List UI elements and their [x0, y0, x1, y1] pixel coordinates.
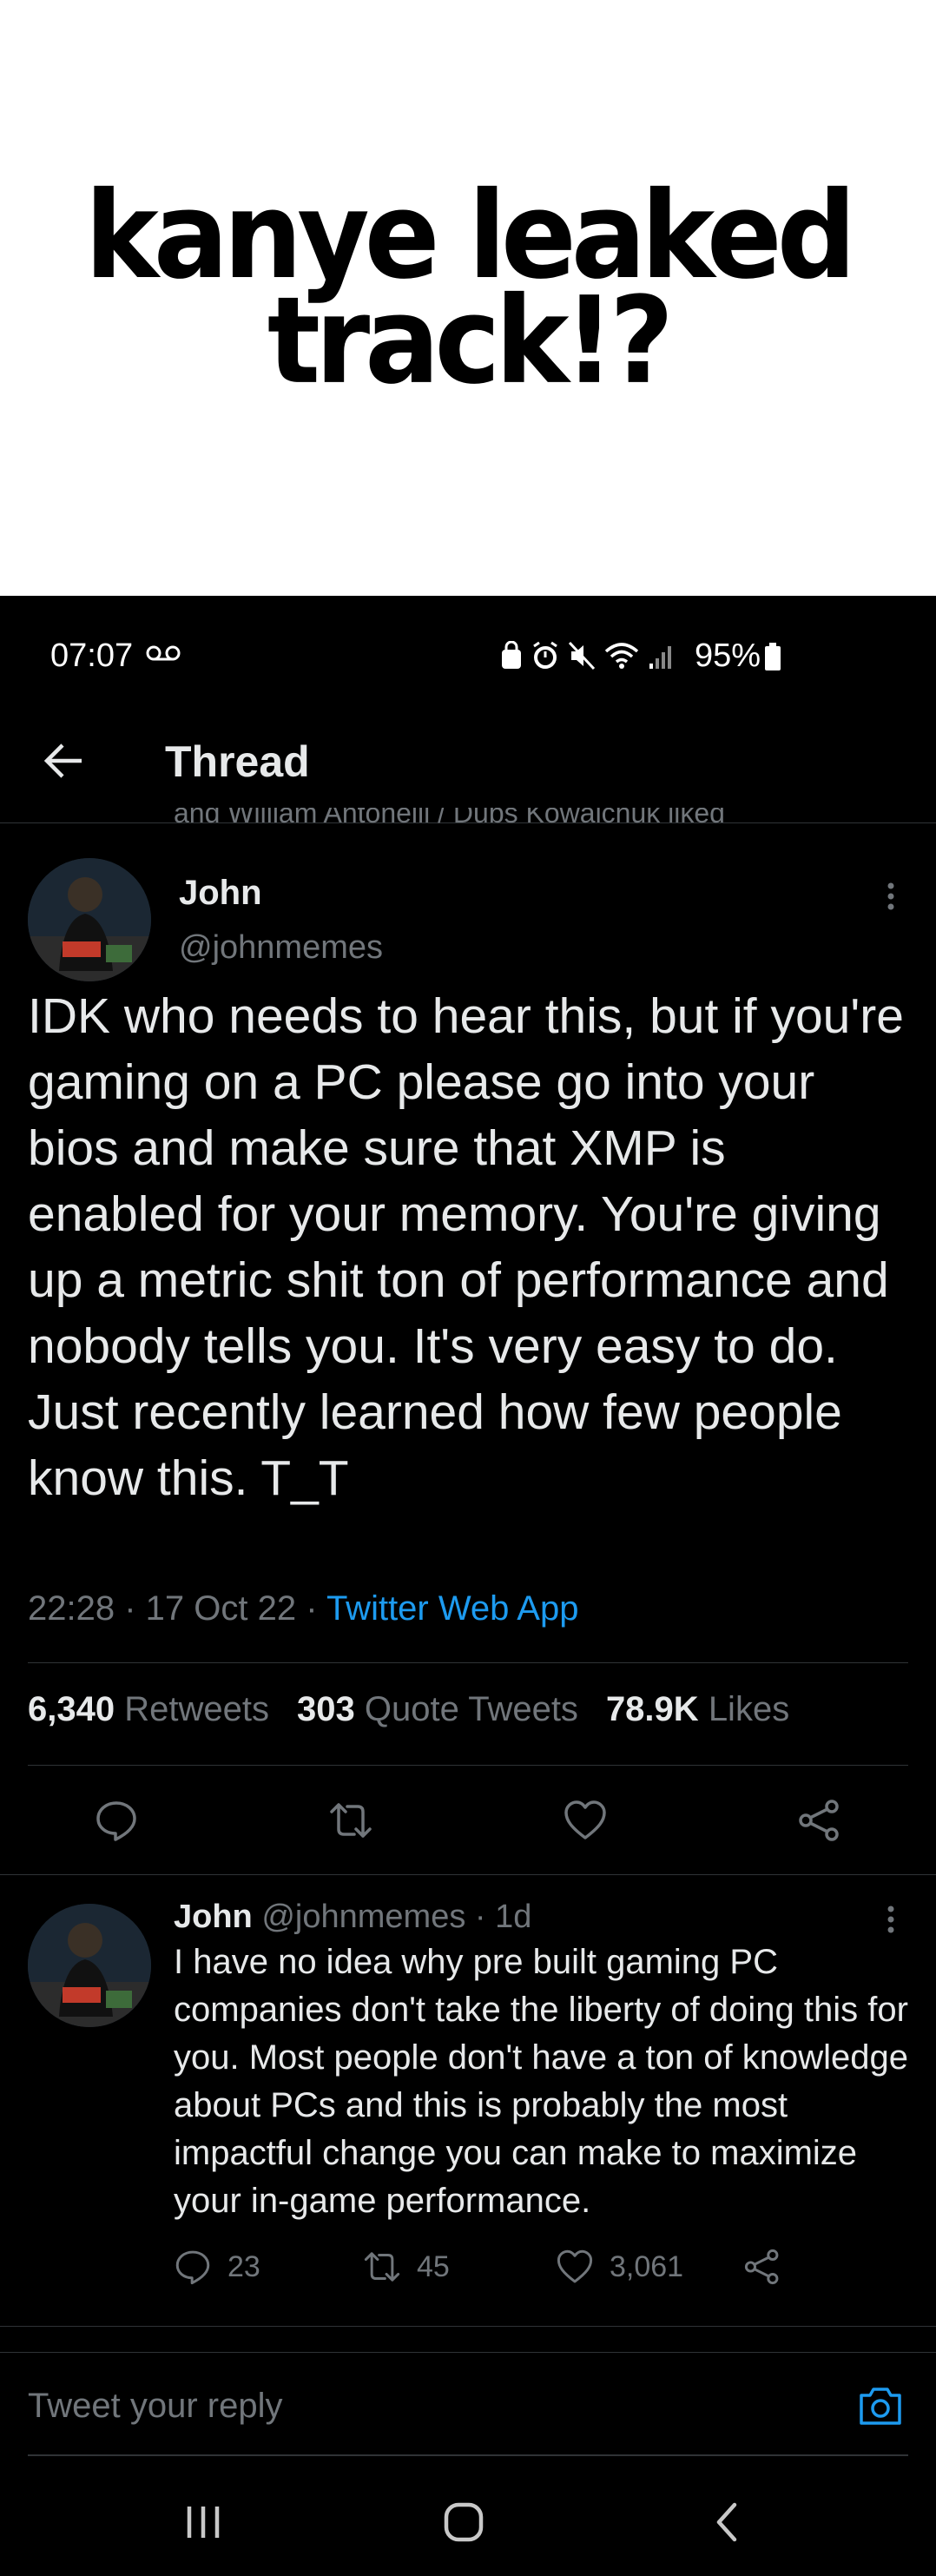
- quotes-label: Quote Tweets: [364, 1690, 578, 1728]
- like-count: 3,061: [610, 2249, 684, 2283]
- divider: [0, 1874, 936, 1875]
- mute-icon: [568, 641, 596, 670]
- meme-caption: kanye leaked track!?: [0, 0, 936, 596]
- retweet-count: 45: [417, 2249, 450, 2283]
- meta-separator: ·: [474, 1899, 496, 1935]
- quotes-count: 303: [296, 1690, 355, 1728]
- share-icon: [744, 2249, 779, 2285]
- retweets-stat[interactable]: 6,340 Retweets: [28, 1690, 269, 1729]
- reply-age: 1d: [495, 1899, 532, 1935]
- reply-count: 23: [227, 2249, 260, 2283]
- tweet-time: 22:28: [28, 1589, 115, 1628]
- reply-author-handle[interactable]: @johnmemes: [261, 1899, 465, 1935]
- voicemail-icon: [146, 645, 181, 661]
- quote-tweets-stat[interactable]: 303 Quote Tweets: [297, 1690, 578, 1729]
- likes-stat[interactable]: 78.9K Likes: [606, 1690, 789, 1729]
- reply-icon[interactable]: [94, 1798, 139, 1843]
- reply-action[interactable]: 23: [174, 2248, 260, 2286]
- back-icon[interactable]: [702, 2496, 754, 2548]
- tweet-actions: [0, 1798, 936, 1843]
- meta-separator: ·: [306, 1589, 326, 1628]
- retweet-icon[interactable]: [328, 1798, 373, 1843]
- reply-author-name[interactable]: John: [174, 1899, 253, 1935]
- retweet-icon: [364, 2252, 400, 2282]
- status-bar: [0, 596, 936, 717]
- lock-icon: [502, 641, 521, 669]
- divider: [28, 1662, 908, 1663]
- liked-by-strip: and William Antonelli / Dubs Kowalchuk l…: [174, 808, 725, 823]
- tweet-meta: 22:28 · 17 Oct 22 · Twitter Web App: [28, 1589, 578, 1628]
- status-time: 07:07: [50, 637, 134, 674]
- reply-icon: [175, 2250, 210, 2285]
- signal-icon: [649, 646, 671, 669]
- reply-header: John @johnmemes · 1d: [174, 1899, 531, 1936]
- back-arrow-icon[interactable]: [40, 736, 89, 785]
- reply-input[interactable]: [28, 2387, 809, 2426]
- tweet-source-link[interactable]: Twitter Web App: [326, 1589, 579, 1628]
- wifi-icon: [604, 643, 639, 669]
- like-icon[interactable]: [563, 1798, 608, 1843]
- avatar[interactable]: [28, 858, 151, 981]
- tweet-date: 17 Oct 22: [145, 1589, 297, 1628]
- likes-label: Likes: [708, 1690, 790, 1728]
- meme-caption-text: kanye leaked track!?: [84, 166, 857, 412]
- alarm-icon: [533, 641, 557, 669]
- avatar-image: [28, 858, 151, 981]
- page-title: Thread: [165, 737, 310, 786]
- reply-text: I have no idea why pre built gaming PC c…: [174, 1943, 908, 2220]
- like-action[interactable]: 3,061: [556, 2248, 683, 2286]
- tweet-stats: 6,340 Retweets 303 Quote Tweets 78.9K Li…: [28, 1690, 789, 1729]
- likes-count: 78.9K: [605, 1690, 699, 1728]
- status-icons: [500, 637, 674, 674]
- tweet-text: IDK who needs to hear this, but if you'r…: [28, 988, 904, 1506]
- camera-icon[interactable]: [856, 2381, 905, 2430]
- battery-percent: 95%: [695, 637, 761, 674]
- composer-underline: [28, 2454, 908, 2456]
- divider: [28, 1765, 908, 1766]
- meta-separator: ·: [124, 1589, 146, 1628]
- author-handle[interactable]: @johnmemes: [179, 929, 383, 967]
- battery-icon: [765, 643, 781, 670]
- retweets-count: 6,340: [28, 1690, 115, 1728]
- share-icon[interactable]: [797, 1798, 842, 1843]
- more-icon[interactable]: [882, 879, 900, 914]
- recent-apps-icon[interactable]: [177, 2496, 229, 2548]
- share-action[interactable]: [743, 2248, 781, 2286]
- retweets-label: Retweets: [124, 1690, 269, 1728]
- reply-avatar[interactable]: [28, 1904, 151, 2027]
- home-icon[interactable]: [438, 2496, 490, 2548]
- like-icon: [557, 2249, 593, 2283]
- retweet-action[interactable]: 45: [363, 2248, 450, 2286]
- author-name[interactable]: John: [179, 874, 262, 913]
- avatar-image: [28, 1904, 151, 2027]
- divider: [0, 2326, 936, 2327]
- more-icon[interactable]: [882, 1902, 900, 1937]
- reply-actions: 23 45 3,061: [174, 2248, 834, 2289]
